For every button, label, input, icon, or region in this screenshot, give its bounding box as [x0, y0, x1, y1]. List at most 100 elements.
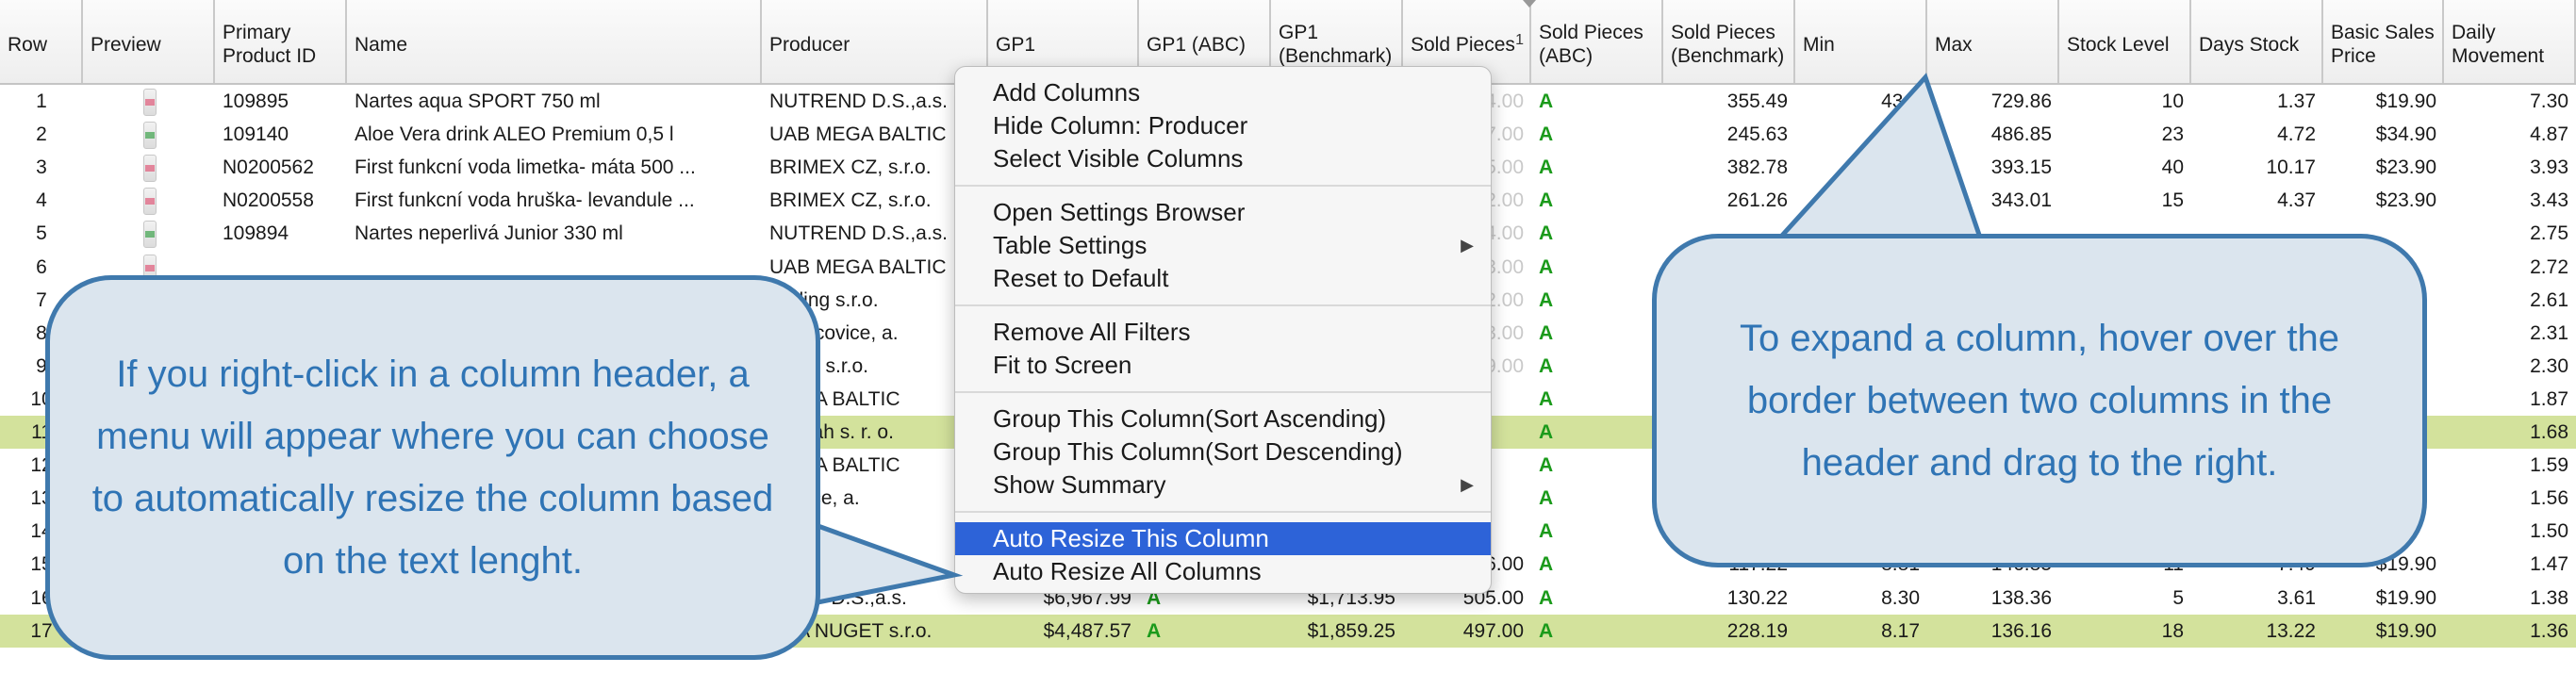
menu-item-remove-all-filters[interactable]: Remove All Filters [955, 316, 1491, 349]
cell-bsp: $19.90 [2375, 90, 2436, 112]
column-header-label: Stock Level [2067, 33, 2170, 56]
column-header-row[interactable]: Row [0, 0, 83, 83]
column-header-max[interactable]: Max [1927, 0, 2059, 83]
menu-item-fit-to-screen[interactable]: Fit to Screen [955, 349, 1491, 382]
column-header-producer[interactable]: Producer [762, 0, 988, 83]
cell-preview [83, 151, 215, 184]
column-header-label: GP1 (ABC) [1147, 33, 1247, 56]
cell-stock: 23 [2161, 123, 2184, 146]
menu-item-show-summary[interactable]: Show Summary ▶ [955, 468, 1491, 501]
cell-soldabc: A [1539, 255, 1554, 278]
cell-soldabc: A [1539, 520, 1554, 543]
menu-item-table-settings[interactable]: Table Settings ▶ [955, 229, 1491, 262]
cell-min: 8.17 [1881, 619, 1920, 642]
cell-row: 1 [36, 90, 47, 112]
menu-item-hide-column-producer[interactable]: Hide Column: Producer [955, 109, 1491, 142]
cell-gp1: $4,487.57 [1043, 619, 1131, 642]
cell-daily: 1.87 [2530, 387, 2568, 410]
cell-gp1abc: A [1147, 619, 1162, 642]
menu-item-reset-to-default[interactable]: Reset to Default [955, 262, 1491, 295]
cell-daily: 2.75 [2530, 222, 2568, 245]
menu-item-group-this-column-sort-descending[interactable]: Group This Column(Sort Descending) [955, 435, 1491, 468]
column-header-label: Sold Pieces [1411, 33, 1515, 56]
cell-name: First funkcní voda hruška- levandule ... [355, 189, 695, 212]
cell-preview [83, 85, 215, 118]
menu-separator [955, 185, 1491, 187]
column-header-label: Sold Pieces (Benchmark) [1671, 22, 1785, 67]
cell-stock: 5 [2172, 586, 2184, 609]
cell-min [1795, 151, 1927, 184]
cell-row: 5 [36, 222, 47, 245]
menu-separator [955, 391, 1491, 393]
cell-preview [83, 118, 215, 151]
submenu-arrow-icon: ▶ [1461, 236, 1474, 255]
column-header-days[interactable]: Days Stock [2191, 0, 2323, 83]
menu-item-auto-resize-all-columns[interactable]: Auto Resize All Columns [955, 555, 1491, 588]
cell-days: 13.22 [2266, 619, 2316, 642]
menu-item-label: Open Settings Browser [993, 198, 1246, 226]
column-header-label: Preview [91, 33, 161, 56]
menu-item-label: Add Columns [993, 78, 1141, 107]
cell-stock: 40 [2161, 156, 2184, 179]
cell-daily: 1.47 [2530, 553, 2568, 576]
cell-daily: 3.43 [2530, 189, 2568, 212]
cell-pid: N0200562 [223, 156, 314, 179]
column-header-label: Daily Movement [2452, 22, 2545, 67]
menu-item-label: Group This Column(Sort Ascending) [993, 404, 1387, 433]
menu-item-label: Group This Column(Sort Descending) [993, 437, 1403, 466]
cell-min: 2 [1908, 123, 1920, 146]
column-header-soldbm[interactable]: Sold Pieces (Benchmark) [1663, 0, 1795, 83]
submenu-arrow-icon: ▶ [1461, 475, 1474, 494]
cell-bsp: $23.90 [2375, 189, 2436, 212]
cell-soldabc: A [1539, 222, 1554, 245]
cell-name: Nartes aqua SPORT 750 ml [355, 90, 601, 112]
column-header-daily[interactable]: Daily Movement [2444, 0, 2576, 83]
cell-soldabc: A [1539, 553, 1554, 576]
product-thumbnail [143, 188, 157, 216]
sort-order-badge: 1 [1515, 32, 1524, 48]
cell-daily: 2.30 [2530, 354, 2568, 377]
cell-preview [83, 184, 215, 217]
menu-item-select-visible-columns[interactable]: Select Visible Columns [955, 142, 1491, 175]
column-header-stock[interactable]: Stock Level [2059, 0, 2191, 83]
callout-right-text: To expand a column, hover over the borde… [1740, 318, 2339, 484]
cell-days: 1.37 [2277, 90, 2316, 112]
menu-item-label: Auto Resize This Column [993, 524, 1269, 552]
menu-item-add-columns[interactable]: Add Columns [955, 76, 1491, 109]
product-thumbnail [143, 221, 157, 249]
cell-soldbm: 228.19 [1726, 619, 1788, 642]
column-header-label: GP1 [996, 33, 1036, 56]
column-header-name[interactable]: Name [347, 0, 762, 83]
cell-soldabc: A [1539, 454, 1554, 477]
cell-soldabc: A [1539, 123, 1554, 146]
cell-daily: 1.50 [2530, 520, 2568, 543]
cell-gp1bm: $1,859.25 [1307, 619, 1395, 642]
product-thumbnail [143, 89, 157, 116]
column-header-preview[interactable]: Preview [83, 0, 215, 83]
menu-item-open-settings-browser[interactable]: Open Settings Browser [955, 196, 1491, 229]
cell-max: 393.15 [1990, 156, 2052, 179]
cell-soldabc: A [1539, 387, 1554, 410]
column-header-label: GP1 (Benchmark) [1279, 22, 1393, 67]
column-header-label: Producer [769, 33, 850, 56]
menu-item-label: Auto Resize All Columns [993, 557, 1262, 585]
column-header-label: Basic Sales Price [2331, 22, 2435, 67]
column-header-bsp[interactable]: Basic Sales Price [2323, 0, 2444, 83]
menu-item-label: Table Settings [993, 231, 1148, 259]
column-header-label: Name [355, 33, 408, 56]
cell-days: 10.17 [2266, 156, 2316, 179]
cell-bsp: $19.90 [2375, 586, 2436, 609]
column-header-soldabc[interactable]: Sold Pieces (ABC) [1531, 0, 1663, 83]
cell-name: Aloe Vera drink ALEO Premium 0,5 l [355, 123, 674, 146]
cell-soldbm: 130.22 [1726, 586, 1788, 609]
menu-item-auto-resize-this-column[interactable]: Auto Resize This Column [955, 522, 1491, 555]
cell-sold: 497.00 [1462, 619, 1524, 642]
column-header-pid[interactable]: Primary Product ID [215, 0, 347, 83]
cell-pid: 109894 [223, 222, 289, 245]
menu-item-label: Fit to Screen [993, 351, 1132, 379]
cell-days: 3.61 [2277, 586, 2316, 609]
menu-item-group-this-column-sort-ascending[interactable]: Group This Column(Sort Ascending) [955, 402, 1491, 435]
column-header-min[interactable]: Min [1795, 0, 1927, 83]
cell-daily: 2.61 [2530, 288, 2568, 311]
menu-item-label: Show Summary [993, 470, 1166, 499]
